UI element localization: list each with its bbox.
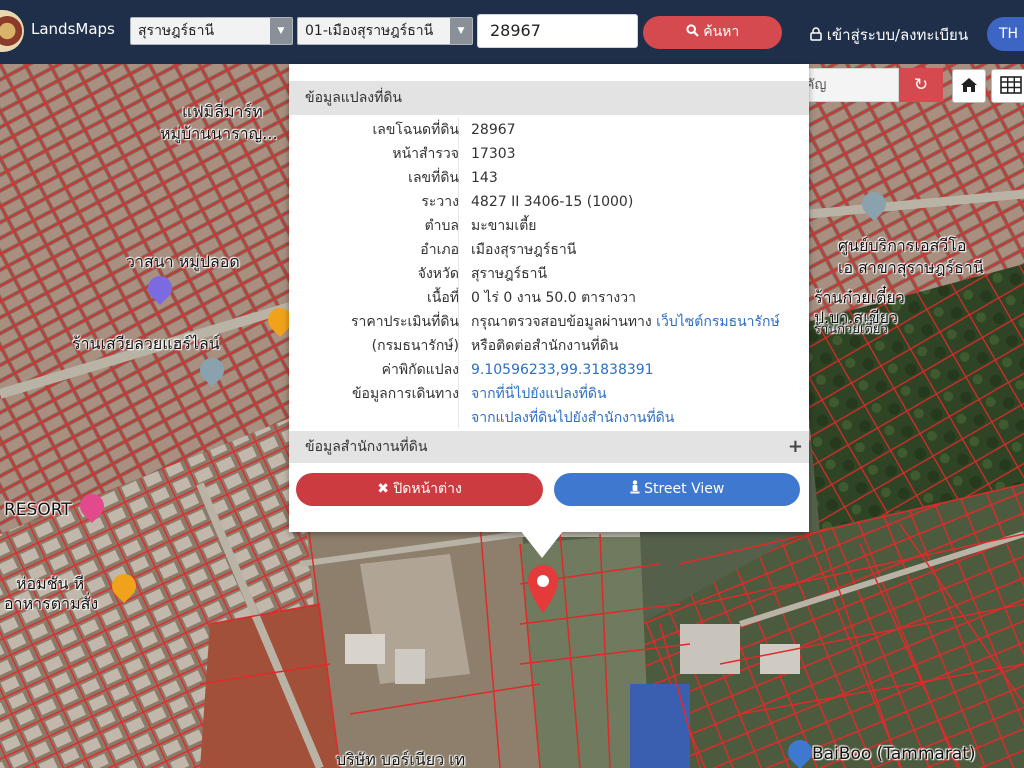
map-label[interactable]: RESORT: [4, 500, 72, 520]
info-label: เลขโฉนดที่ดิน: [372, 122, 459, 138]
directions-to-office-link[interactable]: จากแปลงที่ดินไปยังสำนักงานที่ดิน: [471, 406, 674, 430]
map-label[interactable]: BaiBoo (Tammarat): [812, 744, 976, 764]
language-button[interactable]: TH: [987, 17, 1024, 51]
lock-icon: [810, 27, 822, 41]
parcel-search-input[interactable]: 28967: [477, 14, 638, 48]
search-icon: [686, 24, 699, 37]
chevron-down-icon: ▼: [450, 18, 472, 44]
info-row-travel: ข้อมูลการเดินทาง จากที่นี่ไปยังแปลงที่ดิ…: [289, 382, 809, 406]
brand-name[interactable]: LandsMaps: [31, 20, 115, 38]
info-row-subdistrict: ตำบล มะขามเตี้ย: [289, 214, 809, 238]
land-office-section-header[interactable]: ข้อมูลสำนักงานที่ดิน +: [289, 431, 809, 463]
info-value: กรุณาตรวจสอบข้อมูลผ่านทาง เว็บไซต์กรมธนา…: [471, 310, 780, 334]
info-row-deed-number: เลขโฉนดที่ดิน 28967: [289, 118, 809, 142]
top-bar: LandsMaps สุราษฎร์ธานี ▼ 01-เมืองสุราษฎร…: [0, 0, 1024, 64]
refresh-button[interactable]: ↻: [899, 68, 943, 102]
grid-icon: [1000, 76, 1022, 94]
info-value: หรือติดต่อสำนักงานที่ดิน: [471, 338, 619, 354]
province-select-value: สุราษฎร์ธานี: [138, 23, 215, 39]
info-label: อำเภอ: [420, 242, 459, 258]
home-button[interactable]: [952, 69, 986, 103]
info-label: (กรมธนารักษ์): [371, 338, 459, 354]
map-label[interactable]: เอ สาขาสุราษฎร์ธานี: [838, 256, 984, 281]
info-value: เมืองสุราษฎร์ธานี: [471, 242, 577, 258]
info-value: 143: [471, 170, 498, 186]
home-icon: [961, 78, 977, 92]
info-label: ข้อมูลการเดินทาง: [351, 386, 459, 402]
info-row-sheet: ระวาง 4827 II 3406-15 (1000): [289, 190, 809, 214]
map-label[interactable]: ร้านเสวียลวยแฮร์ไลน์: [72, 332, 220, 357]
info-row-survey-page: หน้าสำรวจ 17303: [289, 142, 809, 166]
info-value: สุราษฎร์ธานี: [471, 266, 548, 282]
info-value: 0 ไร่ 0 งาน 50.0 ตารางวา: [471, 290, 636, 306]
grid-toggle-button[interactable]: [991, 69, 1024, 103]
refresh-icon: ↻: [913, 75, 929, 95]
chevron-down-icon: ▼: [270, 18, 292, 44]
popup-title: ข้อมูลแปลงที่ดิน: [289, 81, 809, 115]
parcel-info-popup: ข้อมูลแปลงที่ดิน เลขโฉนดที่ดิน 28967 หน้…: [289, 64, 809, 532]
info-row-travel-2: จากแปลงที่ดินไปยังสำนักงานที่ดิน: [289, 406, 809, 430]
info-row-area: เนื้อที่ 0 ไร่ 0 งาน 50.0 ตารางวา: [289, 286, 809, 310]
info-value: 17303: [471, 146, 516, 162]
info-label: ค่าพิกัดแปลง: [381, 362, 459, 378]
treasury-website-link[interactable]: เว็บไซต์กรมธนารักษ์: [656, 314, 780, 330]
info-value: มะขามเตี้ย: [471, 218, 537, 234]
login-label: เข้าสู่ระบบ/ลงทะเบียน: [826, 26, 969, 44]
person-icon: [630, 480, 640, 494]
province-select[interactable]: สุราษฎร์ธานี ▼: [130, 17, 293, 45]
map-label[interactable]: หมู่บ้านนาราญ...: [160, 122, 278, 147]
map-label[interactable]: อาหารตามสั่ง: [4, 592, 98, 617]
info-row-district: อำเภอ เมืองสุราษฎร์ธานี: [289, 238, 809, 262]
info-label: เนื้อที่: [427, 290, 459, 306]
info-row-treasury: (กรมธนารักษ์) หรือติดต่อสำนักงานที่ดิน: [289, 334, 809, 358]
info-row-coordinates: ค่าพิกัดแปลง 9.10596233,99.31838391: [289, 358, 809, 382]
info-label: ระวาง: [421, 194, 459, 210]
close-icon: ✖: [377, 481, 389, 497]
map-label[interactable]: บริษัท บอร์เนียว เท: [336, 748, 465, 768]
land-office-section-title: ข้อมูลสำนักงานที่ดิน: [305, 439, 428, 455]
info-label: เลขที่ดิน: [408, 170, 459, 186]
info-value: 28967: [471, 122, 516, 138]
close-window-label: ปิดหน้าต่าง: [393, 481, 462, 497]
info-row-appraisal: ราคาประเมินที่ดิน กรุณาตรวจสอบข้อมูลผ่าน…: [289, 310, 809, 334]
district-select-value: 01-เมืองสุราษฎร์ธานี: [305, 23, 434, 39]
map-label[interactable]: ร้านก๋วยเตี๋ยว: [814, 318, 888, 339]
appraisal-text: กรุณาตรวจสอบข้อมูลผ่านทาง: [471, 314, 652, 330]
search-button[interactable]: ค้นหา: [643, 16, 782, 49]
info-value: 4827 II 3406-15 (1000): [471, 194, 634, 210]
close-window-button[interactable]: ✖ ปิดหน้าต่าง: [296, 473, 543, 506]
street-view-button[interactable]: Street View: [554, 473, 800, 506]
info-row-land-number: เลขที่ดิน 143: [289, 166, 809, 190]
coordinates-link[interactable]: 9.10596233,99.31838391: [471, 358, 654, 382]
info-label: จังหวัด: [417, 266, 459, 282]
parcel-location-marker-icon[interactable]: [526, 563, 560, 615]
landsmaps-logo[interactable]: [0, 10, 24, 52]
login-link[interactable]: เข้าสู่ระบบ/ลงทะเบียน: [810, 23, 968, 47]
map-label[interactable]: วาสนา หมู่ปลอด: [126, 250, 240, 275]
directions-to-parcel-link[interactable]: จากที่นี่ไปยังแปลงที่ดิน: [471, 382, 607, 406]
expand-plus-icon: +: [787, 436, 803, 457]
popup-pointer: [520, 530, 564, 558]
info-label: หน้าสำรวจ: [392, 146, 459, 162]
street-view-label: Street View: [644, 481, 725, 497]
info-label: ราคาประเมินที่ดิน: [350, 314, 459, 330]
search-button-label: ค้นหา: [703, 24, 740, 40]
district-select[interactable]: 01-เมืองสุราษฎร์ธานี ▼: [297, 17, 473, 45]
info-row-province: จังหวัด สุราษฎร์ธานี: [289, 262, 809, 286]
info-label: ตำบล: [424, 218, 459, 234]
